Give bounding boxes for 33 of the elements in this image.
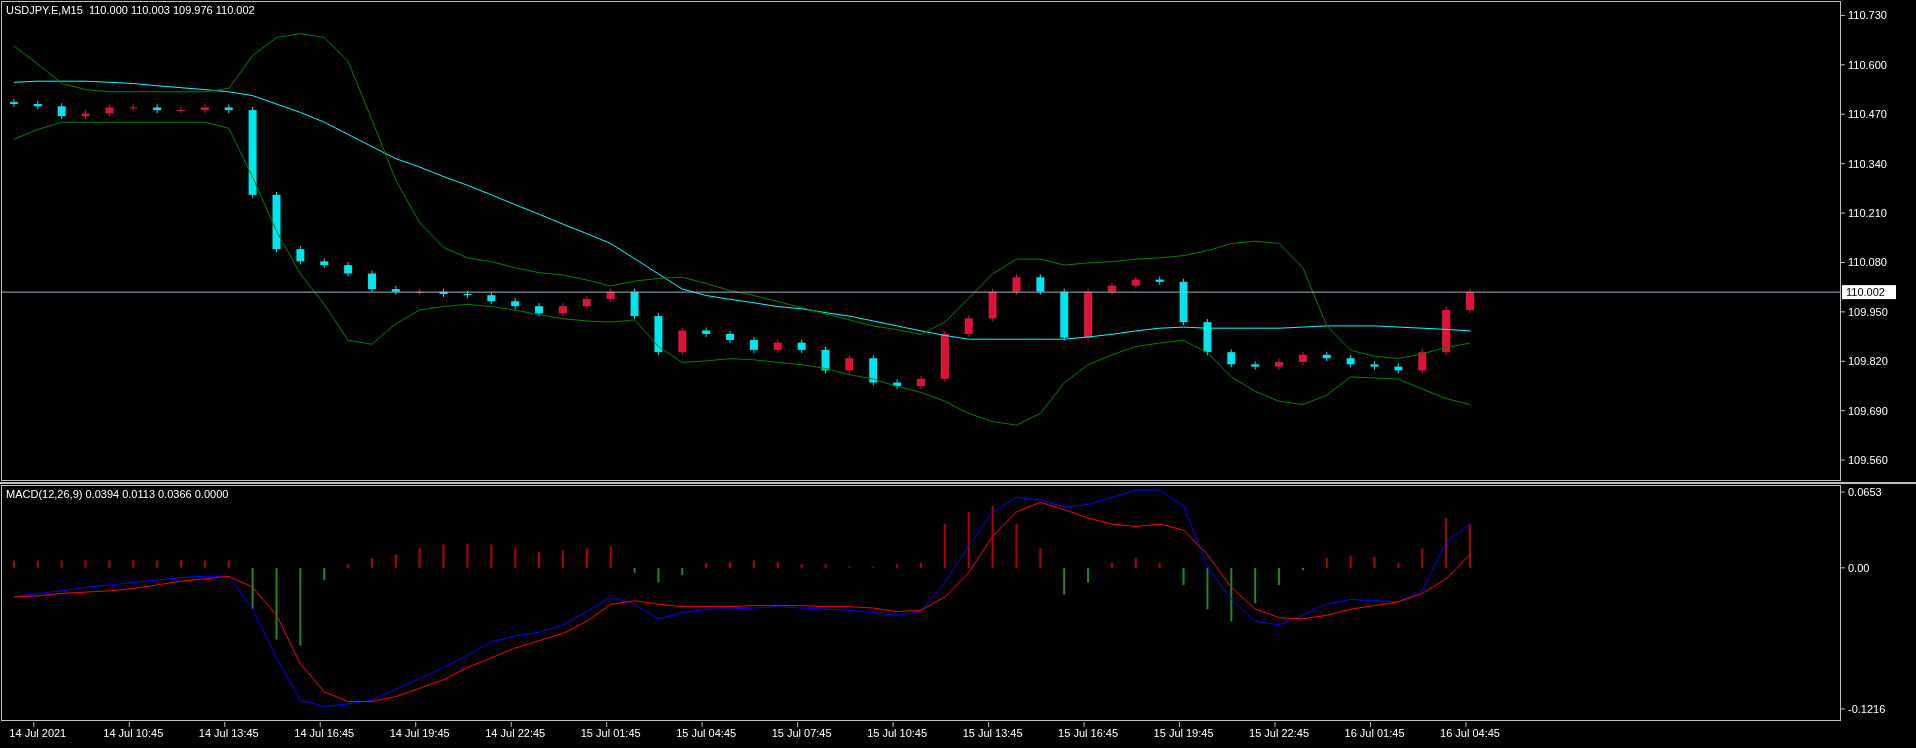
chart-title: USDJPY.E,M15 110.000 110.003 109.976 110.002 xyxy=(6,4,255,16)
time-axis-label: 14 Jul 19:45 xyxy=(389,727,450,739)
time-axis-label: 15 Jul 16:45 xyxy=(1058,727,1119,739)
axis-label: 110.600 xyxy=(1848,58,1887,71)
axis-label: 109.820 xyxy=(1848,355,1888,368)
time-axis-label: 15 Jul 19:45 xyxy=(1153,727,1214,739)
axis-label: 110.340 xyxy=(1848,157,1887,170)
axis-label: 109.690 xyxy=(1848,404,1888,417)
current-price-label: 110.002 xyxy=(1842,285,1896,300)
time-axis-label: 16 Jul 04:45 xyxy=(1440,727,1500,739)
time-axis-label: 15 Jul 01:45 xyxy=(580,727,641,739)
time-axis-label: 14 Jul 2021 xyxy=(9,727,67,739)
time-axis-label: 15 Jul 10:45 xyxy=(867,727,928,739)
time-axis-label: 15 Jul 07:45 xyxy=(771,727,832,739)
time-axis-label: 14 Jul 22:45 xyxy=(485,727,546,739)
axis-label: 110.730 xyxy=(1848,9,1887,22)
axis-label: 110.470 xyxy=(1848,108,1887,121)
axis-label: 0.00 xyxy=(1848,561,1870,574)
chart-title: MACD(12,26,9) 0.0394 0.0113 0.0366 0.0000 xyxy=(6,488,229,500)
axis-label: 110.210 xyxy=(1848,207,1887,220)
axis-label: 109.950 xyxy=(1848,305,1888,318)
time-axis-label: 15 Jul 04:45 xyxy=(676,727,737,739)
time-axis-label: 14 Jul 13:45 xyxy=(198,727,259,739)
time-axis-label: 14 Jul 16:45 xyxy=(294,727,355,739)
axis-label: 109.560 xyxy=(1848,454,1888,467)
ref-line-label: 110.002 xyxy=(1846,286,1885,299)
axis-label: 110.080 xyxy=(1848,256,1887,269)
axis-label: 0.0653 xyxy=(1848,486,1882,499)
axis-label: -0.1216 xyxy=(1848,702,1886,715)
time-axis-label: 14 Jul 10:45 xyxy=(103,727,164,739)
time-axis-label: 15 Jul 22:45 xyxy=(1249,727,1309,739)
time-axis-label: 16 Jul 01:45 xyxy=(1344,727,1405,739)
time-axis-label: 15 Jul 13:45 xyxy=(962,727,1023,739)
